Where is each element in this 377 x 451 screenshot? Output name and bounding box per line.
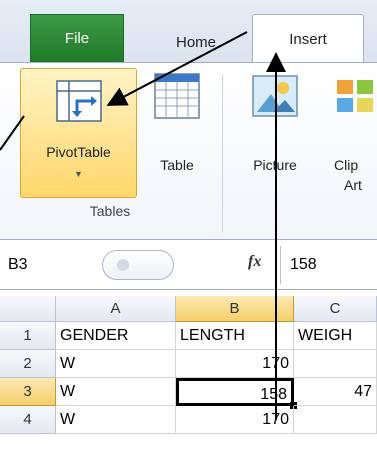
annotation-arrows <box>0 31 286 420</box>
arrow-to-pivottable <box>106 31 248 106</box>
arrow-left-edge <box>0 115 25 151</box>
